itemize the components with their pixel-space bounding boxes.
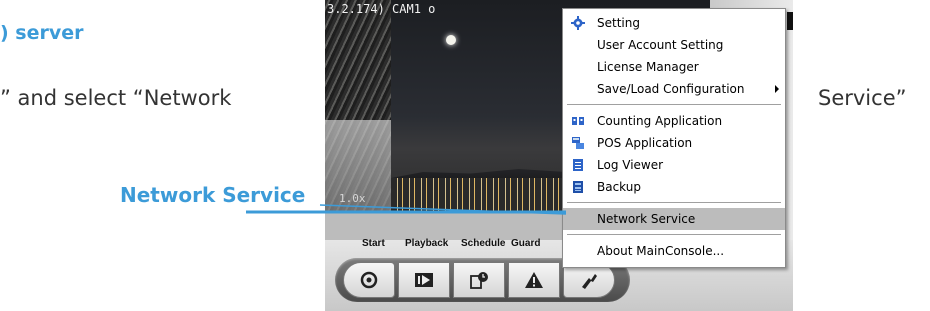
callout-line [246, 204, 567, 215]
